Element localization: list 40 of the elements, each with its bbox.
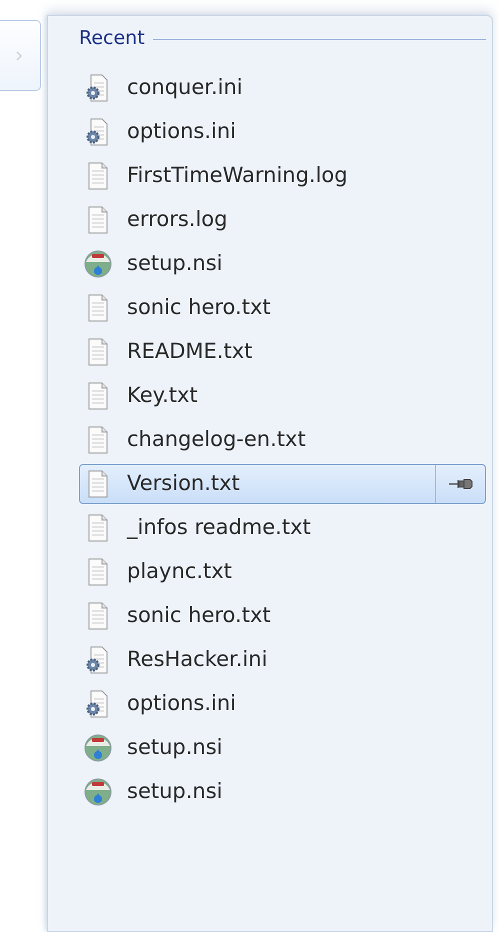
recent-item[interactable]: setup.nsi xyxy=(79,772,486,812)
recent-item[interactable]: setup.nsi xyxy=(79,728,486,768)
file-name: sonic hero.txt xyxy=(127,294,272,321)
globe-icon xyxy=(83,248,113,278)
file-name: _infos readme.txt xyxy=(127,514,312,541)
chevron-icon xyxy=(16,50,22,60)
pin-icon xyxy=(448,478,472,490)
file-name: options.ini xyxy=(127,118,237,145)
file-name: conquer.ini xyxy=(127,74,244,101)
file-name: Version.txt xyxy=(127,470,241,497)
recent-item[interactable]: Key.txt xyxy=(79,376,486,416)
recent-item[interactable]: FirstTimeWarning.log xyxy=(79,156,486,196)
file-name: options.ini xyxy=(127,690,237,717)
file-name: plaync.txt xyxy=(127,558,233,585)
recent-item[interactable]: conquer.ini xyxy=(79,68,486,108)
recent-item[interactable]: setup.nsi xyxy=(79,244,486,284)
file-name: setup.nsi xyxy=(127,734,224,761)
globe-icon xyxy=(83,776,113,806)
recent-item[interactable]: README.txt xyxy=(79,332,486,372)
recent-item[interactable]: sonic hero.txt xyxy=(79,596,486,636)
file-name: setup.nsi xyxy=(127,778,224,805)
file-name: changelog-en.txt xyxy=(127,426,307,453)
recent-item[interactable]: plaync.txt xyxy=(79,552,486,592)
file-name: FirstTimeWarning.log xyxy=(127,162,349,189)
section-title: Recent xyxy=(79,26,145,51)
recent-item[interactable]: _infos readme.txt xyxy=(79,508,486,548)
recent-item[interactable]: options.ini xyxy=(79,112,486,152)
file-name: README.txt xyxy=(127,338,254,365)
recent-item[interactable]: sonic hero.txt xyxy=(79,288,486,328)
file-name: setup.nsi xyxy=(127,250,224,277)
recent-item[interactable]: errors.log xyxy=(79,200,486,240)
recent-item[interactable]: changelog-en.txt xyxy=(79,420,486,460)
recent-item[interactable]: ResHacker.ini xyxy=(79,640,486,680)
globe-icon xyxy=(83,732,113,762)
recent-item[interactable]: options.ini xyxy=(79,684,486,724)
file-name: ResHacker.ini xyxy=(127,646,268,673)
file-name: Key.txt xyxy=(127,382,199,409)
file-name: errors.log xyxy=(127,206,228,233)
file-name: sonic hero.txt xyxy=(127,602,272,629)
recent-item[interactable]: Version.txt xyxy=(79,464,486,504)
